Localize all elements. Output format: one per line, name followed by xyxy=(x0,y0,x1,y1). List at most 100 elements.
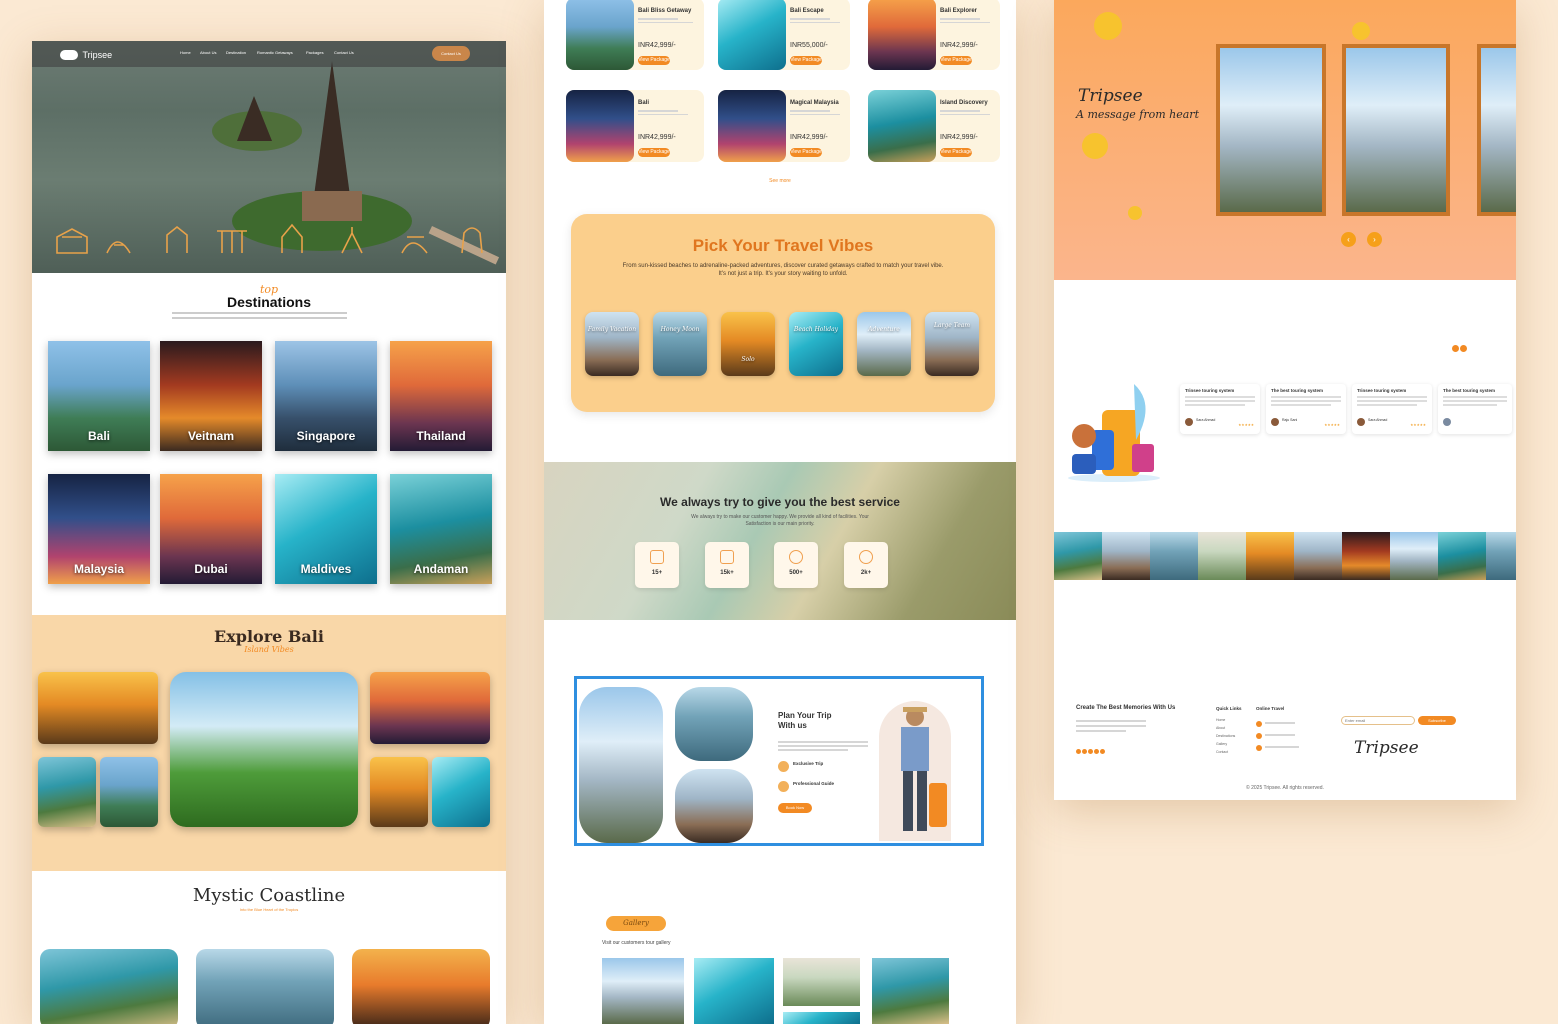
message-photo[interactable] xyxy=(1342,44,1450,216)
vibe-adventure[interactable]: Adventure xyxy=(857,312,911,376)
vibe-solo[interactable]: Solo xyxy=(721,312,775,376)
plan-trip-section: Plan Your Trip With us Exclusive Trip Pr… xyxy=(574,676,984,846)
gallery-photo[interactable] xyxy=(602,958,684,1024)
footer-link[interactable]: Gallery xyxy=(1216,742,1227,746)
testimonial-card[interactable]: The best touring system Raju Sani ★★★★★ xyxy=(1266,384,1346,434)
nav-packages[interactable]: Packages xyxy=(306,50,324,55)
logo[interactable]: Tripsee xyxy=(60,46,112,62)
landing-page-panel-1: Tripsee Home About Us Destination Romant… xyxy=(32,41,506,1024)
facebook-icon[interactable] xyxy=(1076,749,1081,754)
bali-photo-gates[interactable] xyxy=(100,757,158,827)
nav-destination[interactable]: Destination xyxy=(226,50,246,55)
award-icon xyxy=(789,550,803,564)
footer-link[interactable]: Home xyxy=(1216,718,1225,722)
nav-contact[interactable]: Contact Us xyxy=(334,50,354,55)
plan-desc-line xyxy=(778,745,868,747)
deal-card[interactable]: Island Discovery INR42,999/- View Packag… xyxy=(868,90,1000,162)
bali-photo-sunset[interactable] xyxy=(370,757,428,827)
destination-card-dubai[interactable]: Dubai xyxy=(160,474,262,584)
deal-card[interactable]: Bali Explorer INR42,999/- View Package xyxy=(868,0,1000,70)
quick-links-title: Quick Links xyxy=(1216,706,1242,711)
plan-title: Plan Your Trip With us xyxy=(778,711,832,730)
view-package-button[interactable]: View Package xyxy=(790,148,822,157)
newsletter-email-input[interactable] xyxy=(1341,716,1415,725)
stat-value: 500+ xyxy=(789,570,803,576)
gallery-photo[interactable] xyxy=(694,958,774,1024)
logo-text: Tripsee xyxy=(82,49,113,60)
footer-link[interactable]: About xyxy=(1216,726,1225,730)
footer-link[interactable]: Contact xyxy=(1216,750,1228,754)
strip-photo xyxy=(1198,532,1246,580)
testimonial-card[interactable]: Trinsee touring system Sara Ahmad ★★★★★ xyxy=(1352,384,1432,434)
gallery-badge[interactable]: Gallery xyxy=(606,916,666,931)
footer-link[interactable]: Destinations xyxy=(1216,734,1235,738)
footer-desc-line xyxy=(1076,725,1146,727)
landing-page-panel-2: Bali Bliss Getaway INR42,999/- View Pack… xyxy=(544,0,1016,1024)
carousel-next-button[interactable]: › xyxy=(1367,232,1382,247)
bali-photo-gate[interactable] xyxy=(370,672,490,744)
bali-photo-tower[interactable] xyxy=(38,757,96,827)
dot-icon[interactable] xyxy=(1460,345,1467,352)
coastline-photo-1[interactable] xyxy=(40,949,178,1024)
destination-card-maldives[interactable]: Maldives xyxy=(275,474,377,584)
exclusive-trip-icon xyxy=(778,761,789,772)
destination-card-bali[interactable]: Bali xyxy=(48,341,150,451)
testimonial-card[interactable]: Trinsee touring system Sara Ahmad ★★★★★ xyxy=(1180,384,1260,434)
book-now-button[interactable]: Book Now xyxy=(778,803,812,813)
destination-card-malaysia[interactable]: Malaysia xyxy=(48,474,150,584)
coastline-photo-2[interactable] xyxy=(196,949,334,1024)
view-package-button[interactable]: View Package xyxy=(638,148,670,157)
bali-photo-arch[interactable] xyxy=(432,757,490,827)
vibe-family-vacation[interactable]: Family Vacation xyxy=(585,312,639,376)
dot-icon[interactable] xyxy=(1452,345,1459,352)
linkedin-icon[interactable] xyxy=(1094,749,1099,754)
testimonial-card[interactable]: The best touring system xyxy=(1438,384,1512,434)
deal-image xyxy=(718,90,786,162)
see-more-link[interactable]: See more xyxy=(544,178,1016,184)
destination-label: Andaman xyxy=(413,562,469,576)
subscribe-button[interactable]: Subscribe xyxy=(1418,716,1456,725)
vibe-beach-holiday[interactable]: Beach Holiday xyxy=(789,312,843,376)
bali-photo-dance[interactable] xyxy=(38,672,158,744)
message-photo[interactable] xyxy=(1216,44,1326,216)
message-photo[interactable] xyxy=(1477,44,1516,216)
nav-romantic[interactable]: Romantic Getaways xyxy=(257,50,293,55)
gallery-photo[interactable] xyxy=(783,1012,860,1024)
gallery-photo[interactable] xyxy=(872,958,949,1024)
view-package-button[interactable]: View Package xyxy=(790,56,822,65)
view-package-button[interactable]: View Package xyxy=(940,56,972,65)
service-section: We always try to give you the best servi… xyxy=(544,462,1016,620)
stat-value: 15+ xyxy=(651,570,663,576)
gallery-photo[interactable] xyxy=(783,958,860,1006)
strip-photo xyxy=(1294,532,1342,580)
destination-card-thailand[interactable]: Thailand xyxy=(390,341,492,451)
deal-card[interactable]: Bali Escape INR55,000/- View Package xyxy=(718,0,850,70)
destination-card-andaman[interactable]: Andaman xyxy=(390,474,492,584)
testimonial-heading: The best touring system xyxy=(1443,388,1496,393)
bali-photo-temple-main[interactable] xyxy=(170,672,358,827)
destination-card-vietnam[interactable]: Veitnam xyxy=(160,341,262,451)
twitter-icon[interactable] xyxy=(1082,749,1087,754)
testimonial-name: Raju Sani xyxy=(1282,418,1298,422)
vibe-large-team[interactable]: Large Team xyxy=(925,312,979,376)
instagram-icon[interactable] xyxy=(1088,749,1093,754)
coastline-photo-3[interactable] xyxy=(352,949,490,1024)
avatar xyxy=(1357,418,1365,426)
deal-card[interactable]: Bali Bliss Getaway INR42,999/- View Pack… xyxy=(566,0,704,70)
strip-photo xyxy=(1390,532,1438,580)
youtube-icon[interactable] xyxy=(1100,749,1105,754)
explore-title: Explore Bali xyxy=(214,627,324,646)
view-package-button[interactable]: View Package xyxy=(940,148,972,157)
location-icon xyxy=(1256,745,1262,751)
deal-card[interactable]: Bali INR42,999/- View Package xyxy=(566,90,704,162)
strip-photo xyxy=(1246,532,1294,580)
carousel-prev-button[interactable]: ‹ xyxy=(1341,232,1356,247)
destination-card-singapore[interactable]: Singapore xyxy=(275,341,377,451)
testimonial-heading: The best touring system xyxy=(1271,388,1324,393)
deal-card[interactable]: Magical Malaysia INR42,999/- View Packag… xyxy=(718,90,850,162)
view-package-button[interactable]: View Package xyxy=(638,56,670,65)
nav-about[interactable]: About Us xyxy=(200,50,216,55)
contact-us-button[interactable]: Contact Us xyxy=(432,46,470,61)
nav-home[interactable]: Home xyxy=(180,50,191,55)
vibe-honey-moon[interactable]: Honey Moon xyxy=(653,312,707,376)
